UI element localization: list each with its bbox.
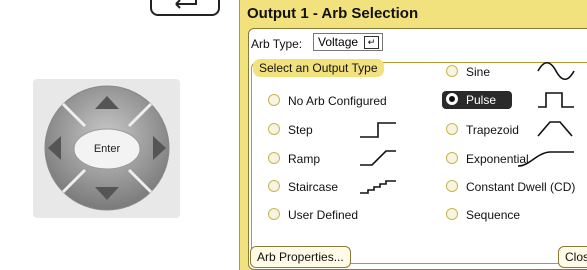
pulse-wave-icon bbox=[538, 92, 574, 108]
arb-type-value: Voltage bbox=[318, 35, 359, 49]
radio-icon bbox=[268, 94, 280, 106]
radio-icon bbox=[446, 65, 458, 77]
radio-icon bbox=[446, 208, 458, 220]
radio-icon bbox=[268, 152, 280, 164]
arb-type-select[interactable]: Voltage ↵ bbox=[313, 33, 383, 51]
arb-type-label: Arb Type: bbox=[251, 37, 303, 51]
close-button[interactable]: Close bbox=[558, 246, 587, 268]
dialog-title: Output 1 - Arb Selection bbox=[247, 5, 419, 22]
option-pulse[interactable]: Pulse bbox=[442, 91, 512, 109]
arb-selection-dialog: Output 1 - Arb Selection Arb Type: Volta… bbox=[239, 0, 587, 270]
back-key-icon bbox=[150, 0, 220, 16]
radio-icon bbox=[446, 123, 458, 135]
radio-icon bbox=[446, 180, 458, 192]
radio-icon bbox=[268, 180, 280, 192]
sine-wave-icon bbox=[537, 61, 575, 81]
radio-icon bbox=[268, 123, 280, 135]
step-wave-icon bbox=[360, 122, 396, 138]
radio-selected-icon bbox=[446, 93, 458, 105]
exponential-wave-icon bbox=[517, 151, 574, 167]
enter-key-icon: ↵ bbox=[364, 36, 379, 49]
radio-icon bbox=[446, 152, 458, 164]
staircase-wave-icon bbox=[360, 180, 396, 194]
output-type-group-label: Select an Output Type bbox=[253, 59, 384, 77]
arb-properties-button[interactable]: Arb Properties... bbox=[250, 246, 351, 268]
radio-icon bbox=[268, 208, 280, 220]
trapezoid-wave-icon bbox=[537, 121, 573, 137]
ramp-wave-icon bbox=[360, 150, 396, 166]
enter-label: Enter bbox=[93, 143, 121, 155]
